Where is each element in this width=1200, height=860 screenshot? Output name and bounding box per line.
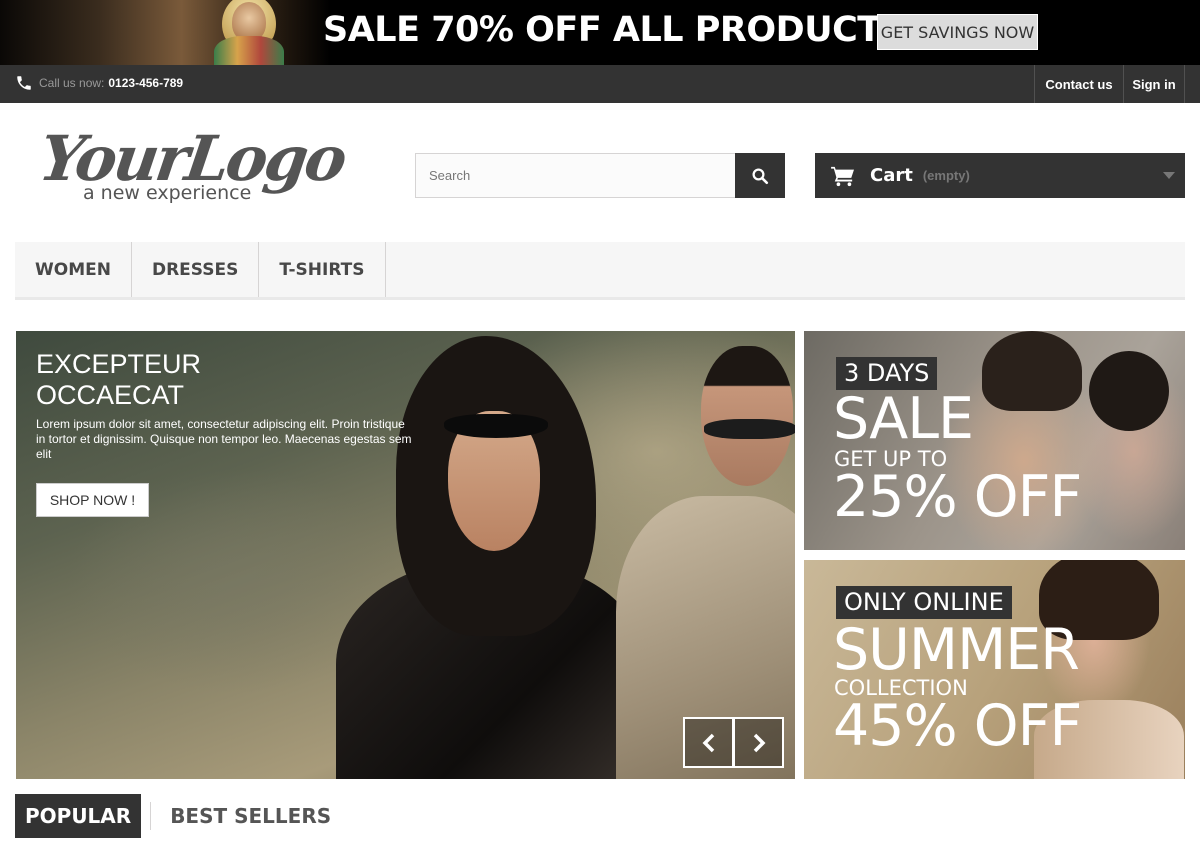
banner-3-days-sale[interactable]: 3 DAYS SALE GET UP TO 25% OFF bbox=[804, 331, 1185, 550]
promo-model-photo bbox=[0, 0, 330, 65]
search-input[interactable] bbox=[415, 153, 735, 198]
banner-photo-woman bbox=[1089, 351, 1169, 431]
get-savings-button[interactable]: GET SAVINGS NOW bbox=[877, 14, 1038, 50]
search-bar bbox=[415, 153, 785, 198]
slide-description: Lorem ipsum dolor sit amet, consectetur … bbox=[36, 417, 412, 461]
slide-title: EXCEPTEUR OCCAECAT bbox=[36, 349, 201, 411]
cart-icon bbox=[831, 166, 854, 186]
cart-status: (empty) bbox=[922, 168, 970, 183]
sign-in-link[interactable]: Sign in bbox=[1123, 65, 1185, 103]
chevron-left-icon bbox=[702, 733, 714, 752]
search-button[interactable] bbox=[735, 153, 785, 198]
contact-us-link[interactable]: Contact us bbox=[1034, 65, 1123, 103]
tab-popular[interactable]: POPULAR bbox=[15, 794, 142, 838]
phone-icon bbox=[17, 76, 31, 90]
call-us: Call us now: 0123-456-789 bbox=[15, 74, 183, 92]
slide-title-line2: OCCAECAT bbox=[36, 380, 185, 410]
menu-item-women[interactable]: WOMEN bbox=[15, 242, 132, 297]
product-tabs: POPULAR BEST SELLERS bbox=[15, 794, 341, 838]
site-logo[interactable]: YourLogo a new experience bbox=[35, 122, 349, 212]
slide-photo-man-sunglasses bbox=[704, 419, 795, 439]
chevron-right-icon bbox=[753, 733, 765, 752]
banner-offer: 25% OFF bbox=[833, 464, 1082, 530]
slide-photo-sunglasses bbox=[444, 414, 548, 438]
shop-now-button[interactable]: SHOP NOW ! bbox=[36, 483, 149, 517]
promo-banner[interactable]: SALE 70% OFF ALL PRODUCTS GET SAVINGS NO… bbox=[0, 0, 1200, 65]
banner-headline: SUMMER bbox=[833, 617, 1080, 683]
main-menu: WOMEN DRESSES T-SHIRTS bbox=[15, 242, 1185, 300]
utility-bar: Call us now: 0123-456-789 Contact us Sig… bbox=[0, 65, 1200, 103]
banner-photo-man bbox=[982, 331, 1082, 411]
chevron-down-icon bbox=[1163, 172, 1175, 179]
logo-tagline: a new experience bbox=[83, 182, 252, 204]
home-slider[interactable]: EXCEPTEUR OCCAECAT Lorem ipsum dolor sit… bbox=[16, 331, 795, 779]
cart-label: Cart bbox=[870, 165, 913, 186]
slider-prev-button[interactable] bbox=[683, 717, 734, 768]
slider-next-button[interactable] bbox=[733, 717, 784, 768]
banner-summer-collection[interactable]: ONLY ONLINE SUMMER COLLECTION 45% OFF bbox=[804, 560, 1185, 779]
banner-offer: 45% OFF bbox=[833, 693, 1082, 759]
tab-best-sellers[interactable]: BEST SELLERS bbox=[150, 802, 341, 830]
call-label: Call us now: bbox=[39, 76, 105, 90]
banner-headline: SALE bbox=[833, 386, 974, 452]
cart-button[interactable]: Cart (empty) bbox=[815, 153, 1185, 198]
menu-item-t-shirts[interactable]: T-SHIRTS bbox=[259, 242, 386, 297]
search-icon bbox=[752, 168, 769, 184]
menu-item-dresses[interactable]: DRESSES bbox=[132, 242, 260, 297]
banner-tag: ONLY ONLINE bbox=[836, 586, 1012, 619]
slide-title-line1: EXCEPTEUR bbox=[36, 349, 202, 379]
promo-headline: SALE 70% OFF ALL PRODUCTS bbox=[323, 10, 906, 50]
slide-photo-man-head bbox=[701, 346, 793, 486]
phone-number: 0123-456-789 bbox=[108, 76, 184, 90]
